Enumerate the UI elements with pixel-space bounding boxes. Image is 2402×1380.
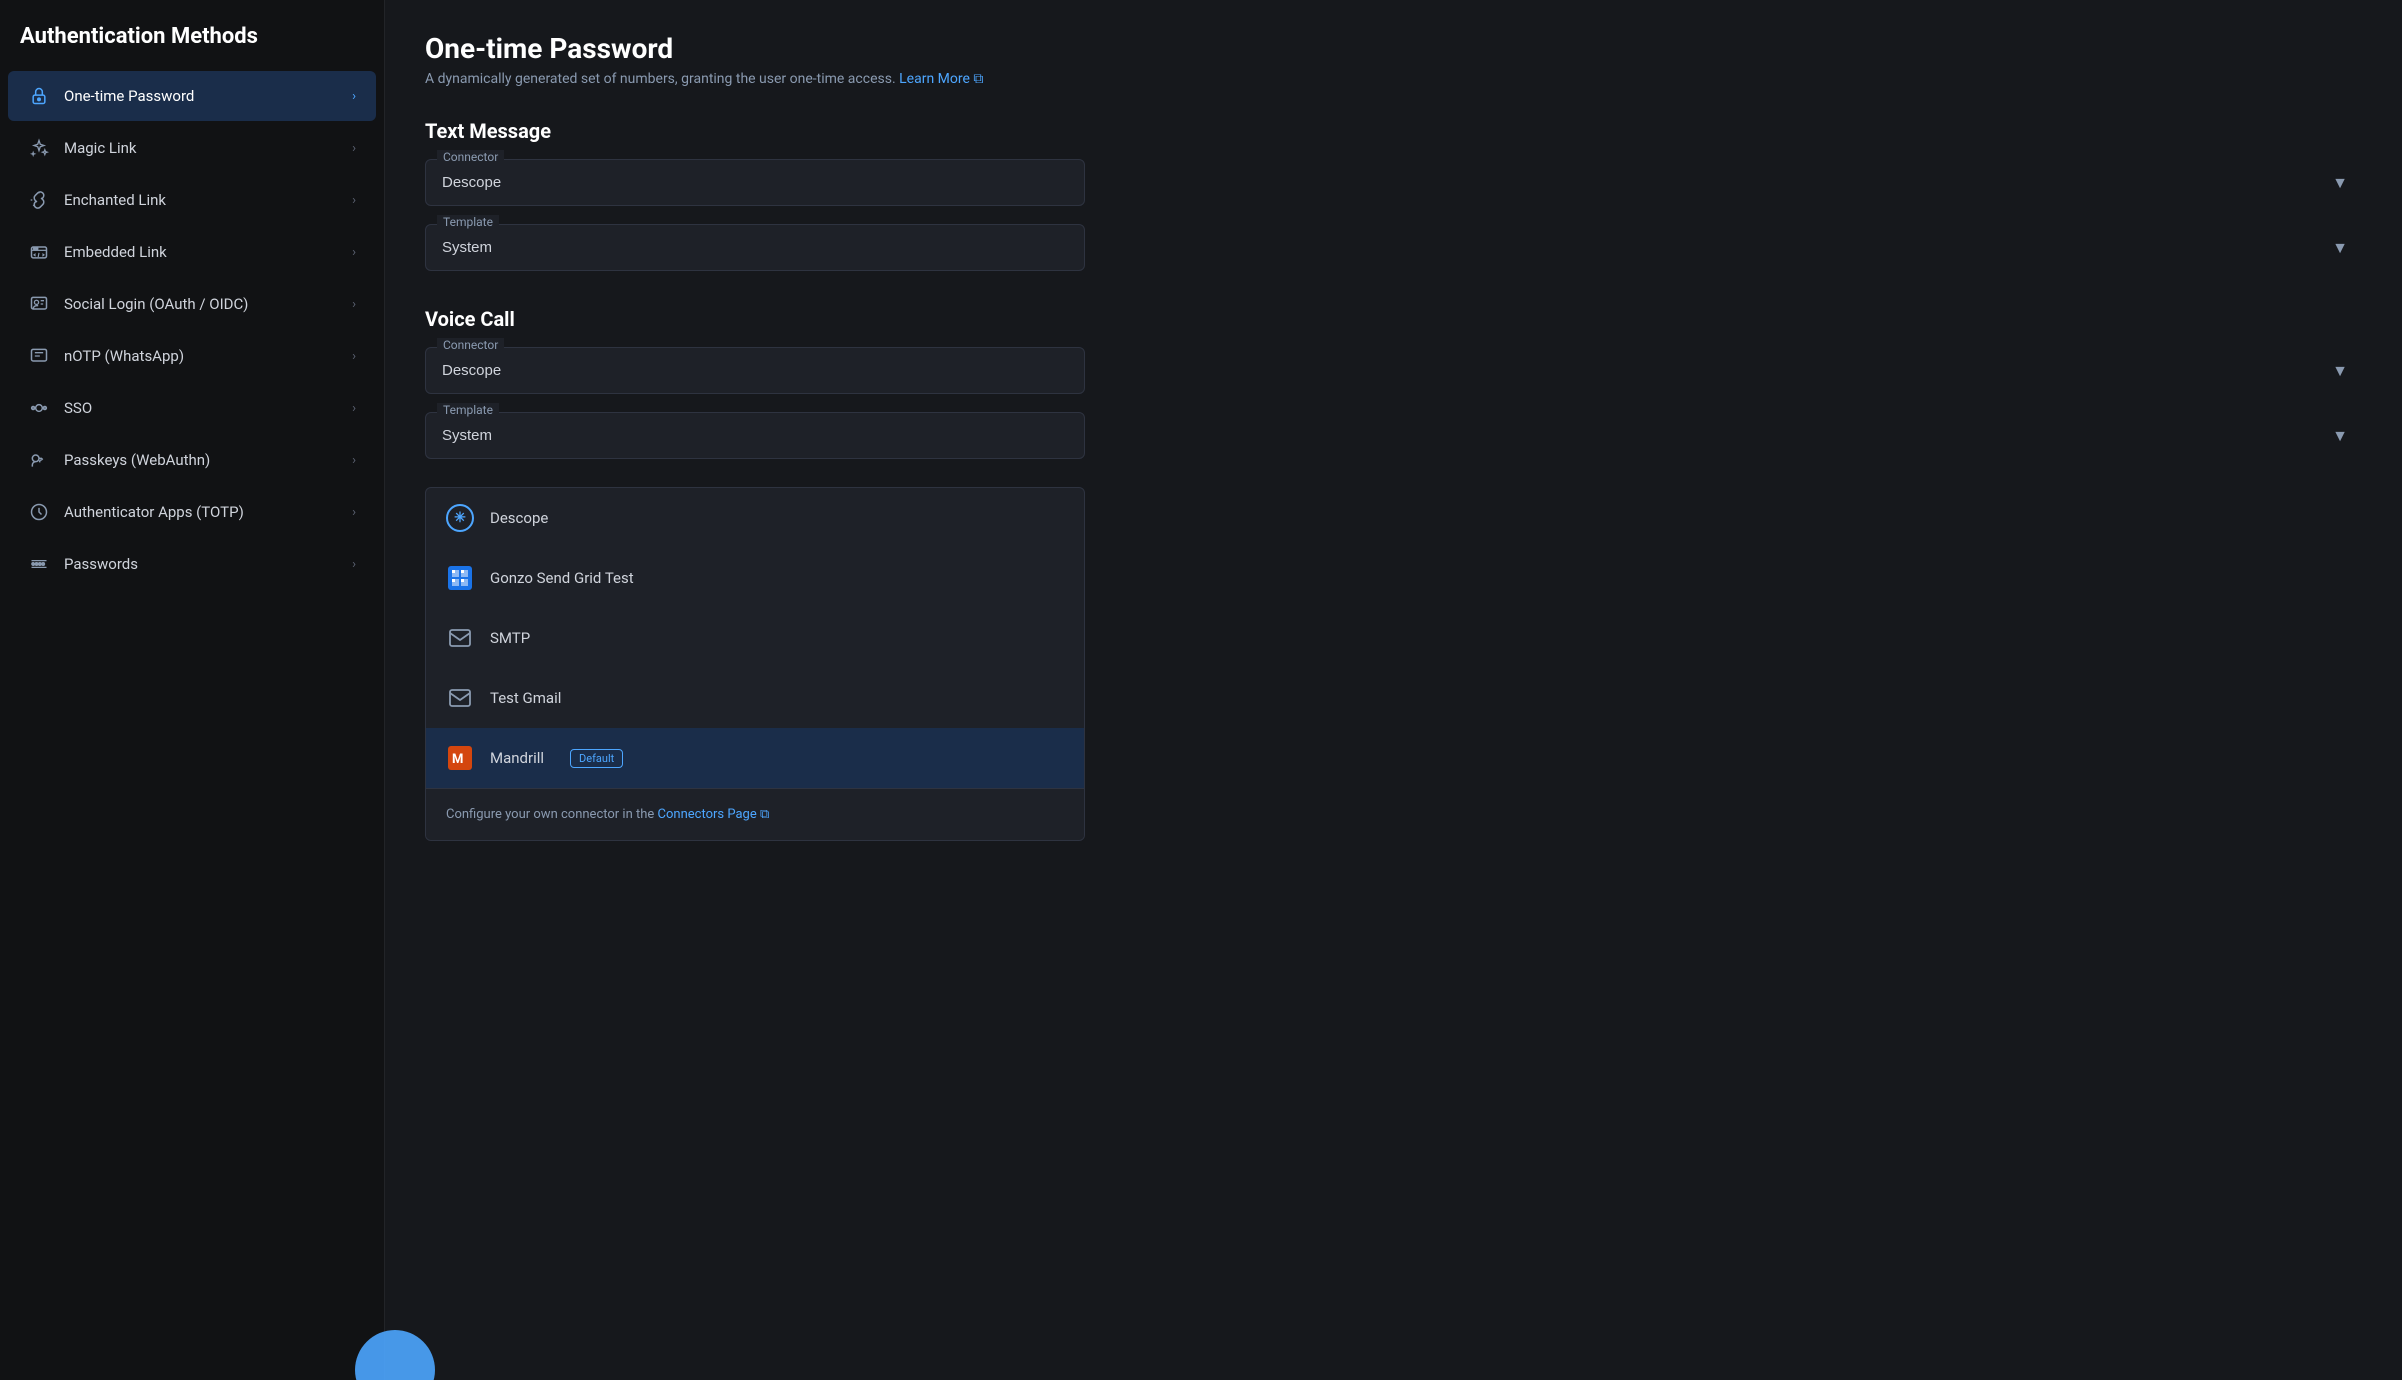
menu-item-test-gmail-label: Test Gmail — [490, 689, 561, 707]
page-title: One-time Password — [425, 32, 2362, 65]
passkeys-icon — [28, 449, 50, 471]
connectors-external-link-icon: ⧉ — [760, 807, 769, 822]
sidebar-item-embedded-label: Embedded Link — [64, 243, 338, 261]
magic-icon — [28, 137, 50, 159]
sidebar-item-passkeys-label: Passkeys (WebAuthn) — [64, 451, 338, 469]
menu-item-mandrill[interactable]: M Mandrill Default — [426, 728, 1084, 788]
configure-connector-text: Configure your own connector in the Conn… — [426, 788, 1084, 840]
page-subtitle: A dynamically generated set of numbers, … — [425, 71, 2362, 87]
sidebar-item-totp-chevron: › — [352, 505, 356, 520]
sidebar-item-totp-label: Authenticator Apps (TOTP) — [64, 503, 338, 521]
menu-item-smtp[interactable]: SMTP — [426, 608, 1084, 668]
sidebar-item-passkeys[interactable]: Passkeys (WebAuthn) › — [8, 435, 376, 485]
sendgrid-brand-icon — [446, 564, 474, 592]
sidebar-item-passwords-chevron: › — [352, 557, 356, 572]
text-connector-arrow-icon: ▼ — [2332, 173, 2348, 193]
mandrill-brand-icon: M — [446, 744, 474, 772]
totp-icon — [28, 501, 50, 523]
sidebar-item-passwords[interactable]: Passwords › — [8, 539, 376, 589]
menu-item-mandrill-label: Mandrill — [490, 749, 544, 767]
voice-call-section: Voice Call Connector Descope ▼ Template … — [425, 307, 2362, 459]
sidebar-item-social-chevron: › — [352, 297, 356, 312]
sidebar-item-passwords-label: Passwords — [64, 555, 338, 573]
voice-connector-wrapper: Connector Descope ▼ — [425, 347, 2362, 394]
sidebar-item-enchanted-chevron: › — [352, 193, 356, 208]
sidebar: Authentication Methods One-time Password… — [0, 0, 385, 1380]
lock-icon — [28, 85, 50, 107]
text-template-arrow-icon: ▼ — [2332, 238, 2348, 258]
sidebar-item-notp-chevron: › — [352, 349, 356, 364]
menu-item-descope[interactable]: ✳ Descope — [426, 488, 1084, 548]
mandrill-default-badge: Default — [570, 749, 623, 768]
social-icon — [28, 293, 50, 315]
sidebar-title: Authentication Methods — [0, 24, 384, 69]
sidebar-item-otp-label: One-time Password — [64, 87, 338, 105]
sidebar-item-magic-link[interactable]: Magic Link › — [8, 123, 376, 173]
text-template-label: Template — [437, 215, 499, 229]
sidebar-item-embedded-chevron: › — [352, 245, 356, 260]
menu-item-gonzo[interactable]: Gonzo Send Grid Test — [426, 548, 1084, 608]
text-connector-select[interactable]: Descope — [425, 159, 1085, 206]
voice-connector-select[interactable]: Descope — [425, 347, 1085, 394]
descope-brand-icon: ✳ — [446, 504, 474, 532]
sidebar-item-embedded-link[interactable]: Embedded Link › — [8, 227, 376, 277]
sidebar-item-social-login[interactable]: Social Login (OAuth / OIDC) › — [8, 279, 376, 329]
voice-template-select[interactable]: System — [425, 412, 1085, 459]
text-template-wrapper: Template System ▼ — [425, 224, 2362, 271]
menu-item-smtp-label: SMTP — [490, 629, 530, 647]
text-template-select[interactable]: System — [425, 224, 1085, 271]
sidebar-item-notp-label: nOTP (WhatsApp) — [64, 347, 338, 365]
connector-dropdown-menu: ✳ Descope Gonzo Send Grid Test — [425, 487, 1085, 841]
menu-item-test-gmail[interactable]: Test Gmail — [426, 668, 1084, 728]
menu-item-descope-label: Descope — [490, 509, 548, 527]
gmail-envelope-icon — [446, 684, 474, 712]
sidebar-item-notp[interactable]: nOTP (WhatsApp) › — [8, 331, 376, 381]
embedded-icon — [28, 241, 50, 263]
whatsapp-icon — [28, 345, 50, 367]
sidebar-item-enchanted-link[interactable]: Enchanted Link › — [8, 175, 376, 225]
text-connector-wrapper: Connector Descope ▼ — [425, 159, 2362, 206]
voice-call-title: Voice Call — [425, 307, 2362, 331]
learn-more-link[interactable]: Learn More ⧉ — [899, 71, 983, 87]
external-link-icon: ⧉ — [973, 71, 983, 87]
sidebar-item-otp-chevron: › — [352, 89, 356, 104]
sidebar-item-social-label: Social Login (OAuth / OIDC) — [64, 295, 338, 313]
sidebar-item-sso-chevron: › — [352, 401, 356, 416]
sidebar-item-totp[interactable]: Authenticator Apps (TOTP) › — [8, 487, 376, 537]
sidebar-item-sso[interactable]: SSO › — [8, 383, 376, 433]
enchanted-icon — [28, 189, 50, 211]
sidebar-item-magic-chevron: › — [352, 141, 356, 156]
connectors-page-link[interactable]: Connectors Page ⧉ — [658, 807, 770, 822]
voice-template-arrow-icon: ▼ — [2332, 426, 2348, 446]
sidebar-item-magic-label: Magic Link — [64, 139, 338, 157]
voice-connector-arrow-icon: ▼ — [2332, 361, 2348, 381]
sidebar-item-enchanted-label: Enchanted Link — [64, 191, 338, 209]
svg-text:M: M — [452, 752, 463, 767]
main-content: One-time Password A dynamically generate… — [385, 0, 2402, 1380]
passwords-icon — [28, 553, 50, 575]
smtp-envelope-icon — [446, 624, 474, 652]
menu-item-gonzo-label: Gonzo Send Grid Test — [490, 569, 634, 587]
text-message-section: Text Message Connector Descope ▼ Templat… — [425, 119, 2362, 271]
text-connector-label: Connector — [437, 150, 504, 164]
voice-template-wrapper: Template System ▼ — [425, 412, 2362, 459]
voice-template-label: Template — [437, 403, 499, 417]
sidebar-item-passkeys-chevron: › — [352, 453, 356, 468]
voice-connector-label: Connector — [437, 338, 504, 352]
text-message-title: Text Message — [425, 119, 2362, 143]
sso-icon — [28, 397, 50, 419]
sidebar-item-sso-label: SSO — [64, 399, 338, 417]
sidebar-item-otp[interactable]: One-time Password › — [8, 71, 376, 121]
